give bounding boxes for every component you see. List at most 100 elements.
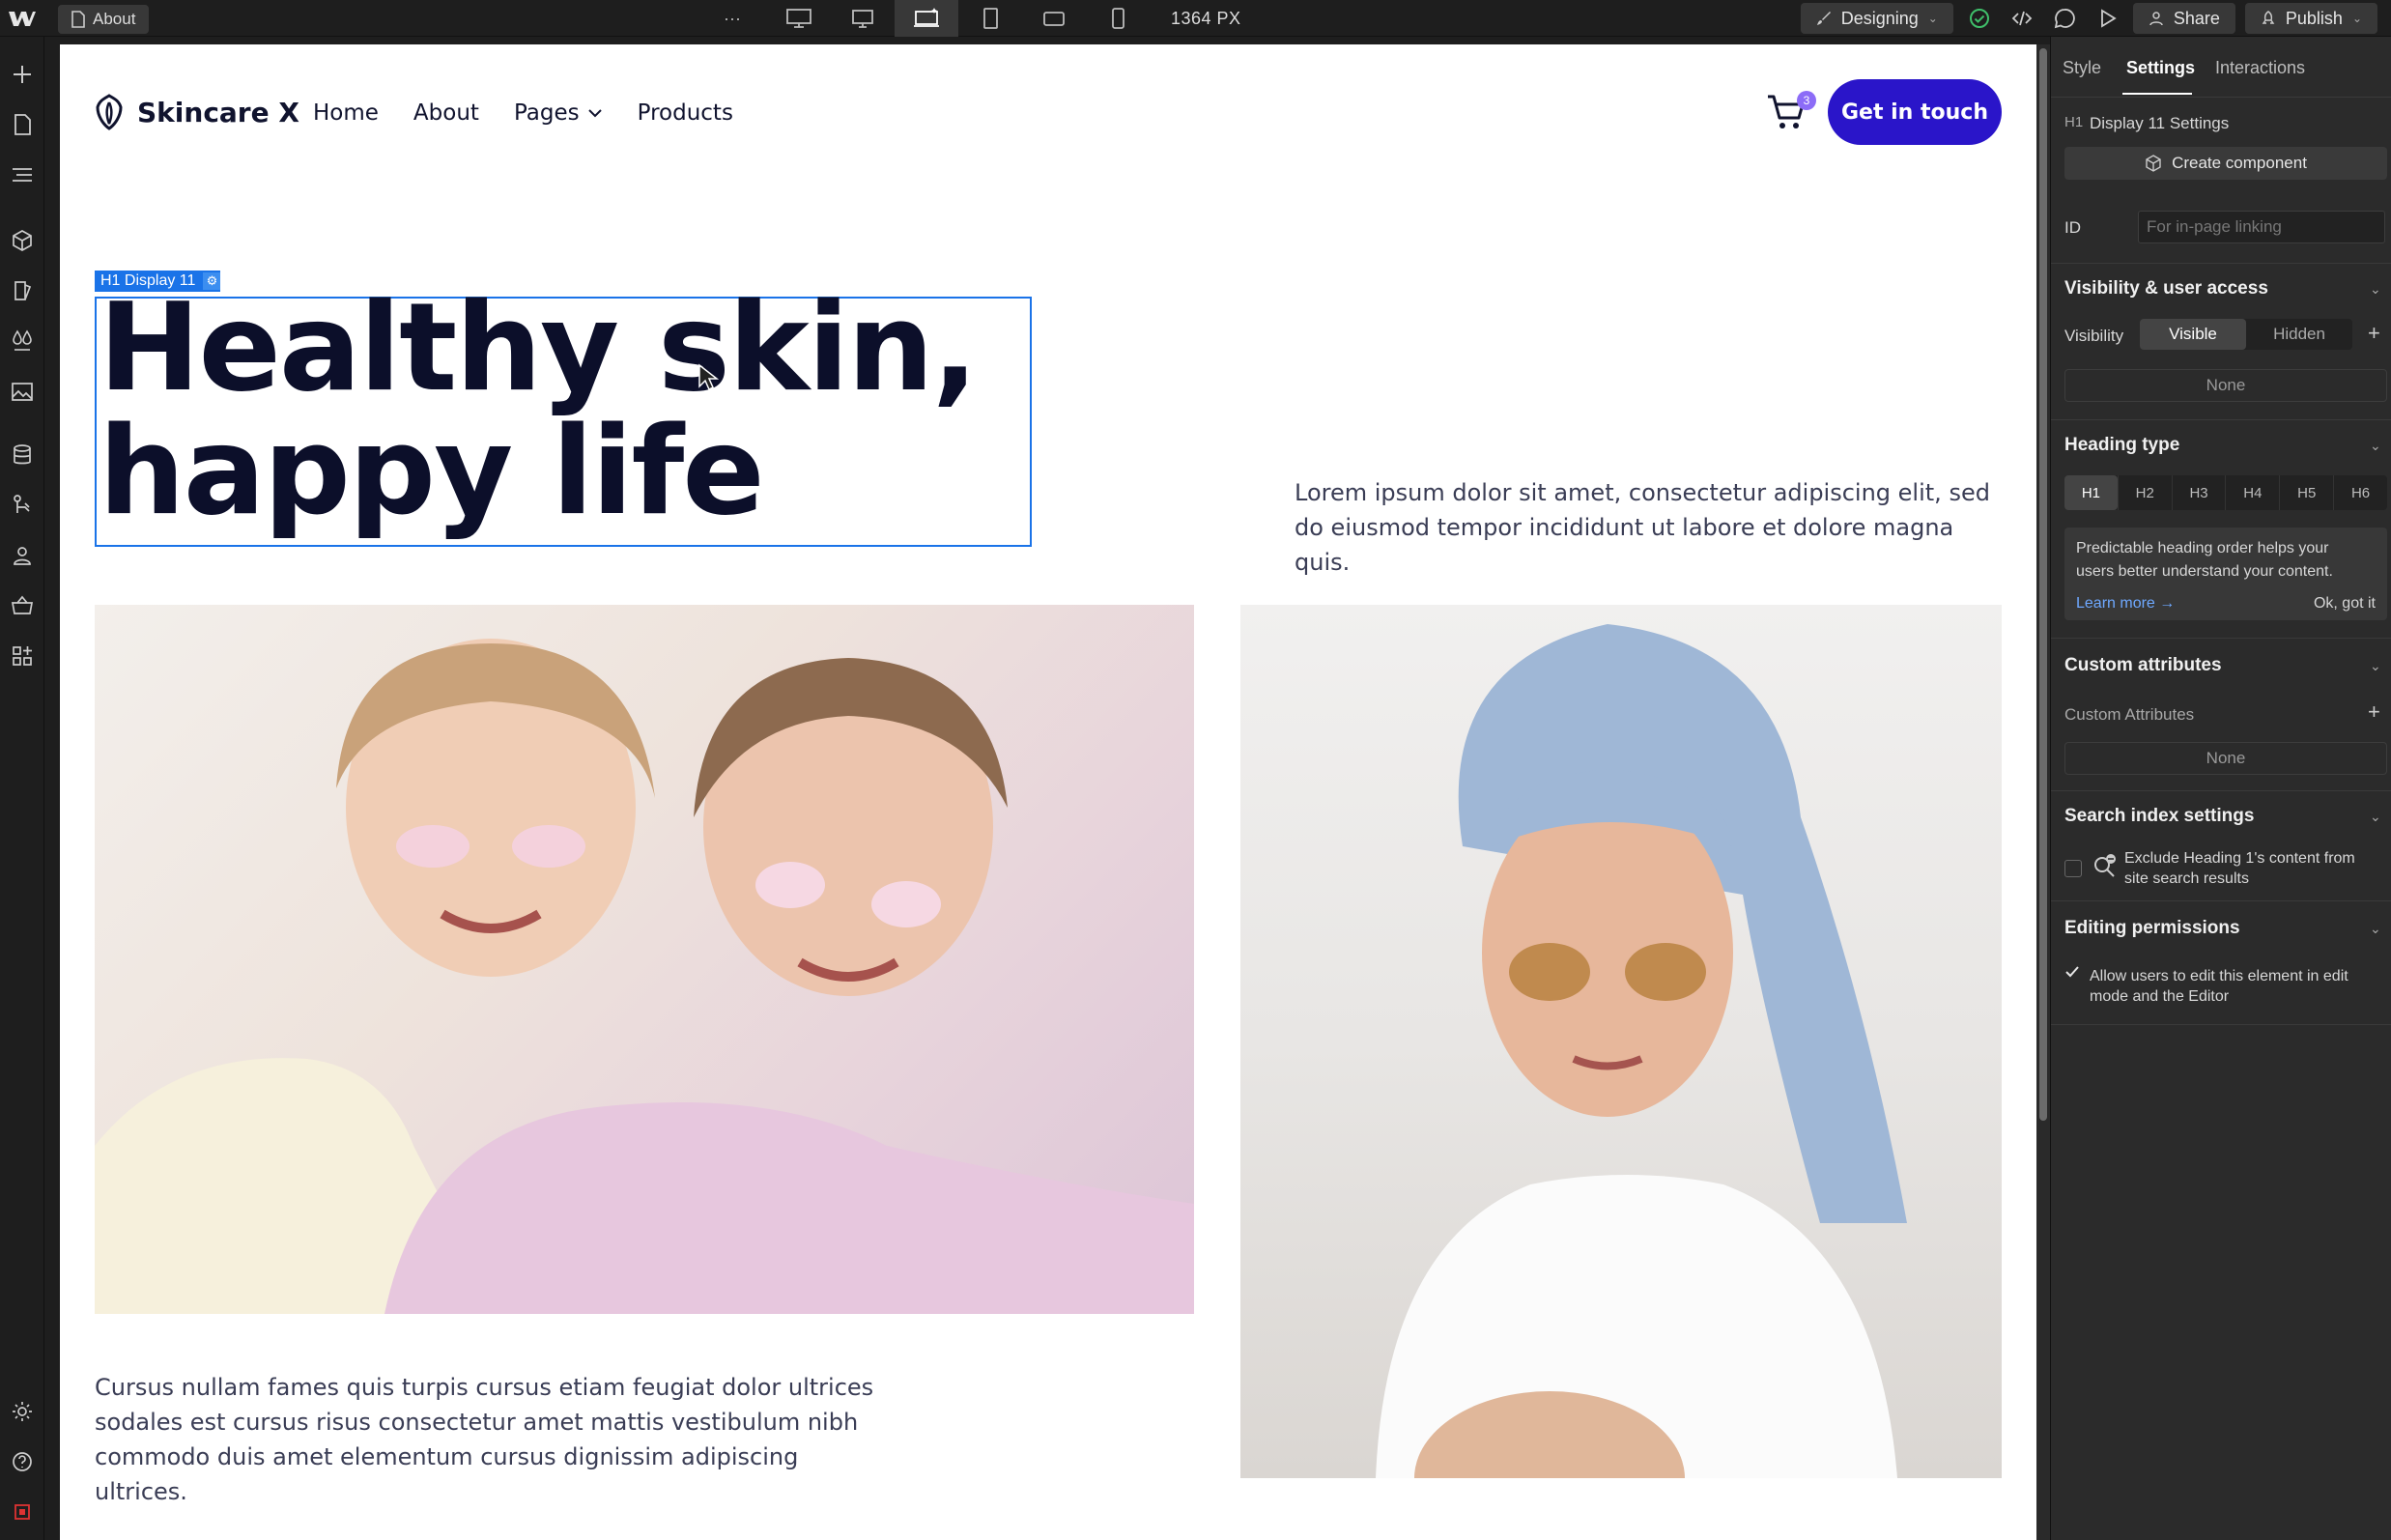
divider — [2051, 638, 2391, 639]
logic-button[interactable] — [8, 491, 37, 520]
chevron-down-icon[interactable]: ⌄ — [2370, 438, 2381, 454]
mode-switcher[interactable]: Designing ⌄ — [1800, 3, 1953, 34]
id-input[interactable]: For in-page linking — [2138, 211, 2385, 243]
visibility-visible-option[interactable]: Visible — [2140, 319, 2246, 350]
comment-icon — [2054, 9, 2075, 29]
webflow-logo[interactable] — [0, 0, 44, 37]
checkmark-icon[interactable] — [2064, 964, 2080, 980]
divider — [2051, 1024, 2391, 1025]
pages-button[interactable] — [8, 110, 37, 139]
variables-button[interactable] — [8, 327, 37, 356]
layers-icon — [13, 168, 32, 182]
add-attribute-icon[interactable]: + — [2368, 699, 2380, 725]
create-component-button[interactable]: Create component — [2064, 147, 2387, 180]
custom-attributes-list[interactable]: None — [2064, 742, 2387, 775]
canvas-width-readout: 1364 PX — [1171, 8, 1241, 28]
components-button[interactable] — [8, 226, 37, 255]
tab-style[interactable]: Style — [2063, 58, 2101, 78]
get-in-touch-button[interactable]: Get in touch — [1828, 79, 2002, 145]
hero-image-two-women[interactable] — [95, 605, 1194, 1314]
chevron-down-icon[interactable]: ⌄ — [2370, 658, 2381, 674]
publish-button[interactable]: Publish ⌄ — [2244, 3, 2377, 34]
add-elements-button[interactable] — [8, 60, 37, 89]
cms-button[interactable] — [8, 441, 37, 470]
large-desktop-icon — [786, 9, 811, 28]
heading-level-h5[interactable]: H5 — [2279, 475, 2333, 510]
rocket-icon — [2262, 11, 2275, 24]
top-bar: About ··· 1364 PX Designing ⌄ Share Publ… — [0, 0, 2391, 37]
chevron-down-icon: ⌄ — [1927, 12, 1938, 25]
breakpoint-mobile-portrait[interactable] — [1086, 0, 1150, 37]
hero-heading-line-2: happy life — [99, 400, 765, 542]
learn-more-link[interactable]: Learn more → — [2076, 595, 2175, 613]
hero-image-woman-towel[interactable] — [1240, 605, 2002, 1478]
breakpoint-tablet[interactable] — [958, 0, 1022, 37]
more-breakpoints-button[interactable]: ··· — [715, 0, 750, 37]
exclude-search-checkbox[interactable] — [2064, 860, 2082, 877]
help-button[interactable] — [8, 1447, 37, 1476]
tab-settings[interactable]: Settings — [2126, 58, 2195, 78]
editing-permissions-section-title[interactable]: Editing permissions — [2064, 918, 2240, 939]
visibility-toggle: Visible Hidden — [2140, 319, 2352, 350]
custom-attributes-section-title[interactable]: Custom attributes — [2064, 655, 2222, 676]
flow-icon — [14, 495, 30, 513]
chevron-down-icon[interactable]: ⌄ — [2370, 809, 2381, 825]
divider — [2051, 263, 2391, 264]
visibility-conditions[interactable]: None — [2064, 369, 2387, 402]
hero-heading[interactable]: Healthy skin, happy life — [99, 286, 1026, 533]
site-brand[interactable]: Skincare X — [93, 93, 299, 131]
heading-level-h1[interactable]: H1 — [2064, 475, 2118, 510]
mobile-landscape-icon — [1043, 12, 1065, 26]
record-icon — [14, 1504, 30, 1520]
visibility-section-title[interactable]: Visibility & user access — [2064, 278, 2268, 299]
heading-level-h2[interactable]: H2 — [2117, 475, 2172, 510]
hero-paragraph[interactable]: Lorem ipsum dolor sit amet, consectetur … — [1295, 475, 2009, 580]
ecommerce-button[interactable] — [8, 591, 37, 620]
search-index-section-title[interactable]: Search index settings — [2064, 806, 2254, 827]
breakpoint-mobile-landscape[interactable] — [1022, 0, 1086, 37]
nav-about[interactable]: About — [413, 100, 479, 126]
status-check[interactable] — [1963, 3, 1996, 34]
comments-button[interactable] — [2048, 3, 2081, 34]
nav-home[interactable]: Home — [313, 100, 379, 126]
visibility-hidden-option[interactable]: Hidden — [2246, 319, 2352, 350]
design-canvas[interactable]: Skincare X Home About Pages Products 3 G… — [60, 44, 2036, 1540]
heading-level-h4[interactable]: H4 — [2225, 475, 2279, 510]
tab-interactions[interactable]: Interactions — [2215, 58, 2305, 78]
base-breakpoint-icon — [914, 8, 939, 27]
canvas-scrollbar[interactable] — [2036, 44, 2050, 1540]
breakpoint-large-desktop[interactable] — [767, 0, 831, 37]
desktop-icon — [852, 10, 873, 28]
intro-paragraph[interactable]: Cursus nullam fames quis turpis cursus e… — [95, 1370, 897, 1509]
apps-button[interactable] — [8, 642, 37, 670]
canvas-scrollbar-thumb[interactable] — [2039, 48, 2047, 1121]
add-condition-icon[interactable]: + — [2368, 321, 2380, 346]
breakpoint-base[interactable] — [895, 0, 958, 37]
share-button[interactable]: Share — [2132, 3, 2235, 34]
nav-pages[interactable]: Pages — [514, 100, 603, 126]
nav-products[interactable]: Products — [638, 100, 733, 126]
style-selectors-button[interactable] — [8, 276, 37, 305]
code-export-button[interactable] — [2006, 3, 2038, 34]
settings-panel: Style Settings Interactions H1 Display 1… — [2050, 37, 2391, 1540]
record-button[interactable] — [8, 1497, 37, 1526]
heading-level-h3[interactable]: H3 — [2171, 475, 2226, 510]
nav-pages-label: Pages — [513, 100, 580, 126]
ok-got-it-button[interactable]: Ok, got it — [2314, 595, 2376, 613]
page-selector[interactable]: About — [58, 5, 150, 34]
chevron-down-icon[interactable]: ⌄ — [2370, 281, 2381, 298]
navigator-button[interactable] — [8, 160, 37, 189]
heading-type-section-title[interactable]: Heading type — [2064, 435, 2179, 456]
style-icon — [14, 281, 32, 300]
breakpoint-desktop[interactable] — [831, 0, 895, 37]
check-circle-icon — [1969, 9, 1989, 28]
divider — [2051, 900, 2391, 901]
users-button[interactable] — [8, 541, 37, 570]
id-input-placeholder: For in-page linking — [2147, 217, 2282, 236]
assets-button[interactable] — [8, 377, 37, 406]
heading-level-h6[interactable]: H6 — [2333, 475, 2387, 510]
preview-button[interactable] — [2091, 3, 2123, 34]
cart-button[interactable]: 3 — [1764, 89, 1816, 135]
chevron-down-icon[interactable]: ⌄ — [2370, 921, 2381, 937]
site-settings-button[interactable] — [8, 1397, 37, 1426]
